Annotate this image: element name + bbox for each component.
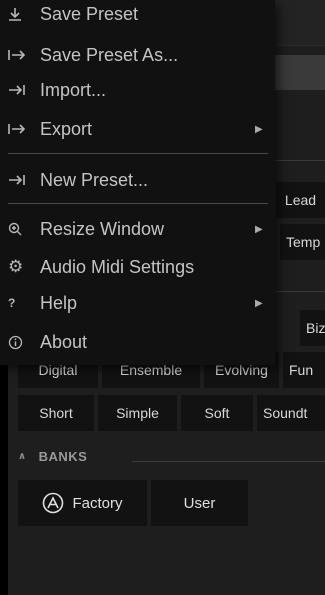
arturia-logo-icon (43, 492, 64, 514)
bank-factory-button[interactable]: Factory (18, 480, 147, 526)
chevron-up-icon: ∧ (18, 451, 27, 462)
menu-item-save-preset-as[interactable]: Save Preset As... (0, 36, 275, 74)
tag-soundtrack[interactable]: Soundt (257, 395, 325, 431)
menu-separator (8, 153, 268, 154)
section-divider (132, 461, 325, 462)
tag-temp[interactable]: Temp (280, 224, 325, 260)
tag-bizarre[interactable]: Biz (300, 310, 325, 346)
chevron-right-icon: ▶ (255, 123, 263, 135)
tag-soft[interactable]: Soft (181, 395, 253, 431)
menu-separator (8, 203, 268, 204)
preset-menu: Save Preset Save Preset As... Import... … (0, 0, 275, 365)
menu-item-help[interactable]: ? Help ▶ (0, 284, 275, 322)
divider (273, 160, 325, 161)
export-arrow-icon (0, 48, 40, 62)
menu-item-import[interactable]: Import... (0, 71, 275, 109)
question-icon: ? (8, 296, 16, 310)
tag-funky[interactable]: Fun (283, 352, 325, 388)
tag-short[interactable]: Short (18, 395, 94, 431)
bank-user-button[interactable]: User (151, 480, 248, 526)
download-icon (0, 7, 40, 21)
divider (273, 291, 325, 292)
menu-item-about[interactable]: About (0, 323, 275, 361)
zoom-icon (0, 222, 40, 236)
info-icon (0, 335, 40, 350)
banks-section-header[interactable]: ∧ BANKS (18, 449, 87, 464)
chevron-right-icon: ▶ (255, 297, 263, 309)
banks-section-title: BANKS (38, 449, 88, 464)
import-arrow-icon (0, 83, 40, 97)
tag-simple[interactable]: Simple (98, 395, 177, 431)
menu-item-new-preset[interactable]: New Preset... (0, 161, 275, 199)
tag-lead[interactable]: Lead (276, 182, 325, 218)
chevron-right-icon: ▶ (255, 223, 263, 235)
bank-user-label: User (183, 494, 216, 512)
app-window: Lead Temp nt Biz Digital Ensemble Evolvi… (0, 0, 325, 595)
menu-item-resize-window[interactable]: Resize Window ▶ (0, 210, 275, 248)
export-arrow-icon (0, 122, 40, 136)
menu-item-save-preset[interactable]: Save Preset (0, 0, 275, 33)
import-arrow-icon (0, 173, 40, 187)
menu-item-export[interactable]: Export ▶ (0, 110, 275, 148)
bank-factory-label: Factory (72, 494, 123, 512)
gear-icon: ⚙ (8, 257, 24, 276)
menu-item-audio-midi-settings[interactable]: ⚙ Audio Midi Settings (0, 248, 275, 286)
